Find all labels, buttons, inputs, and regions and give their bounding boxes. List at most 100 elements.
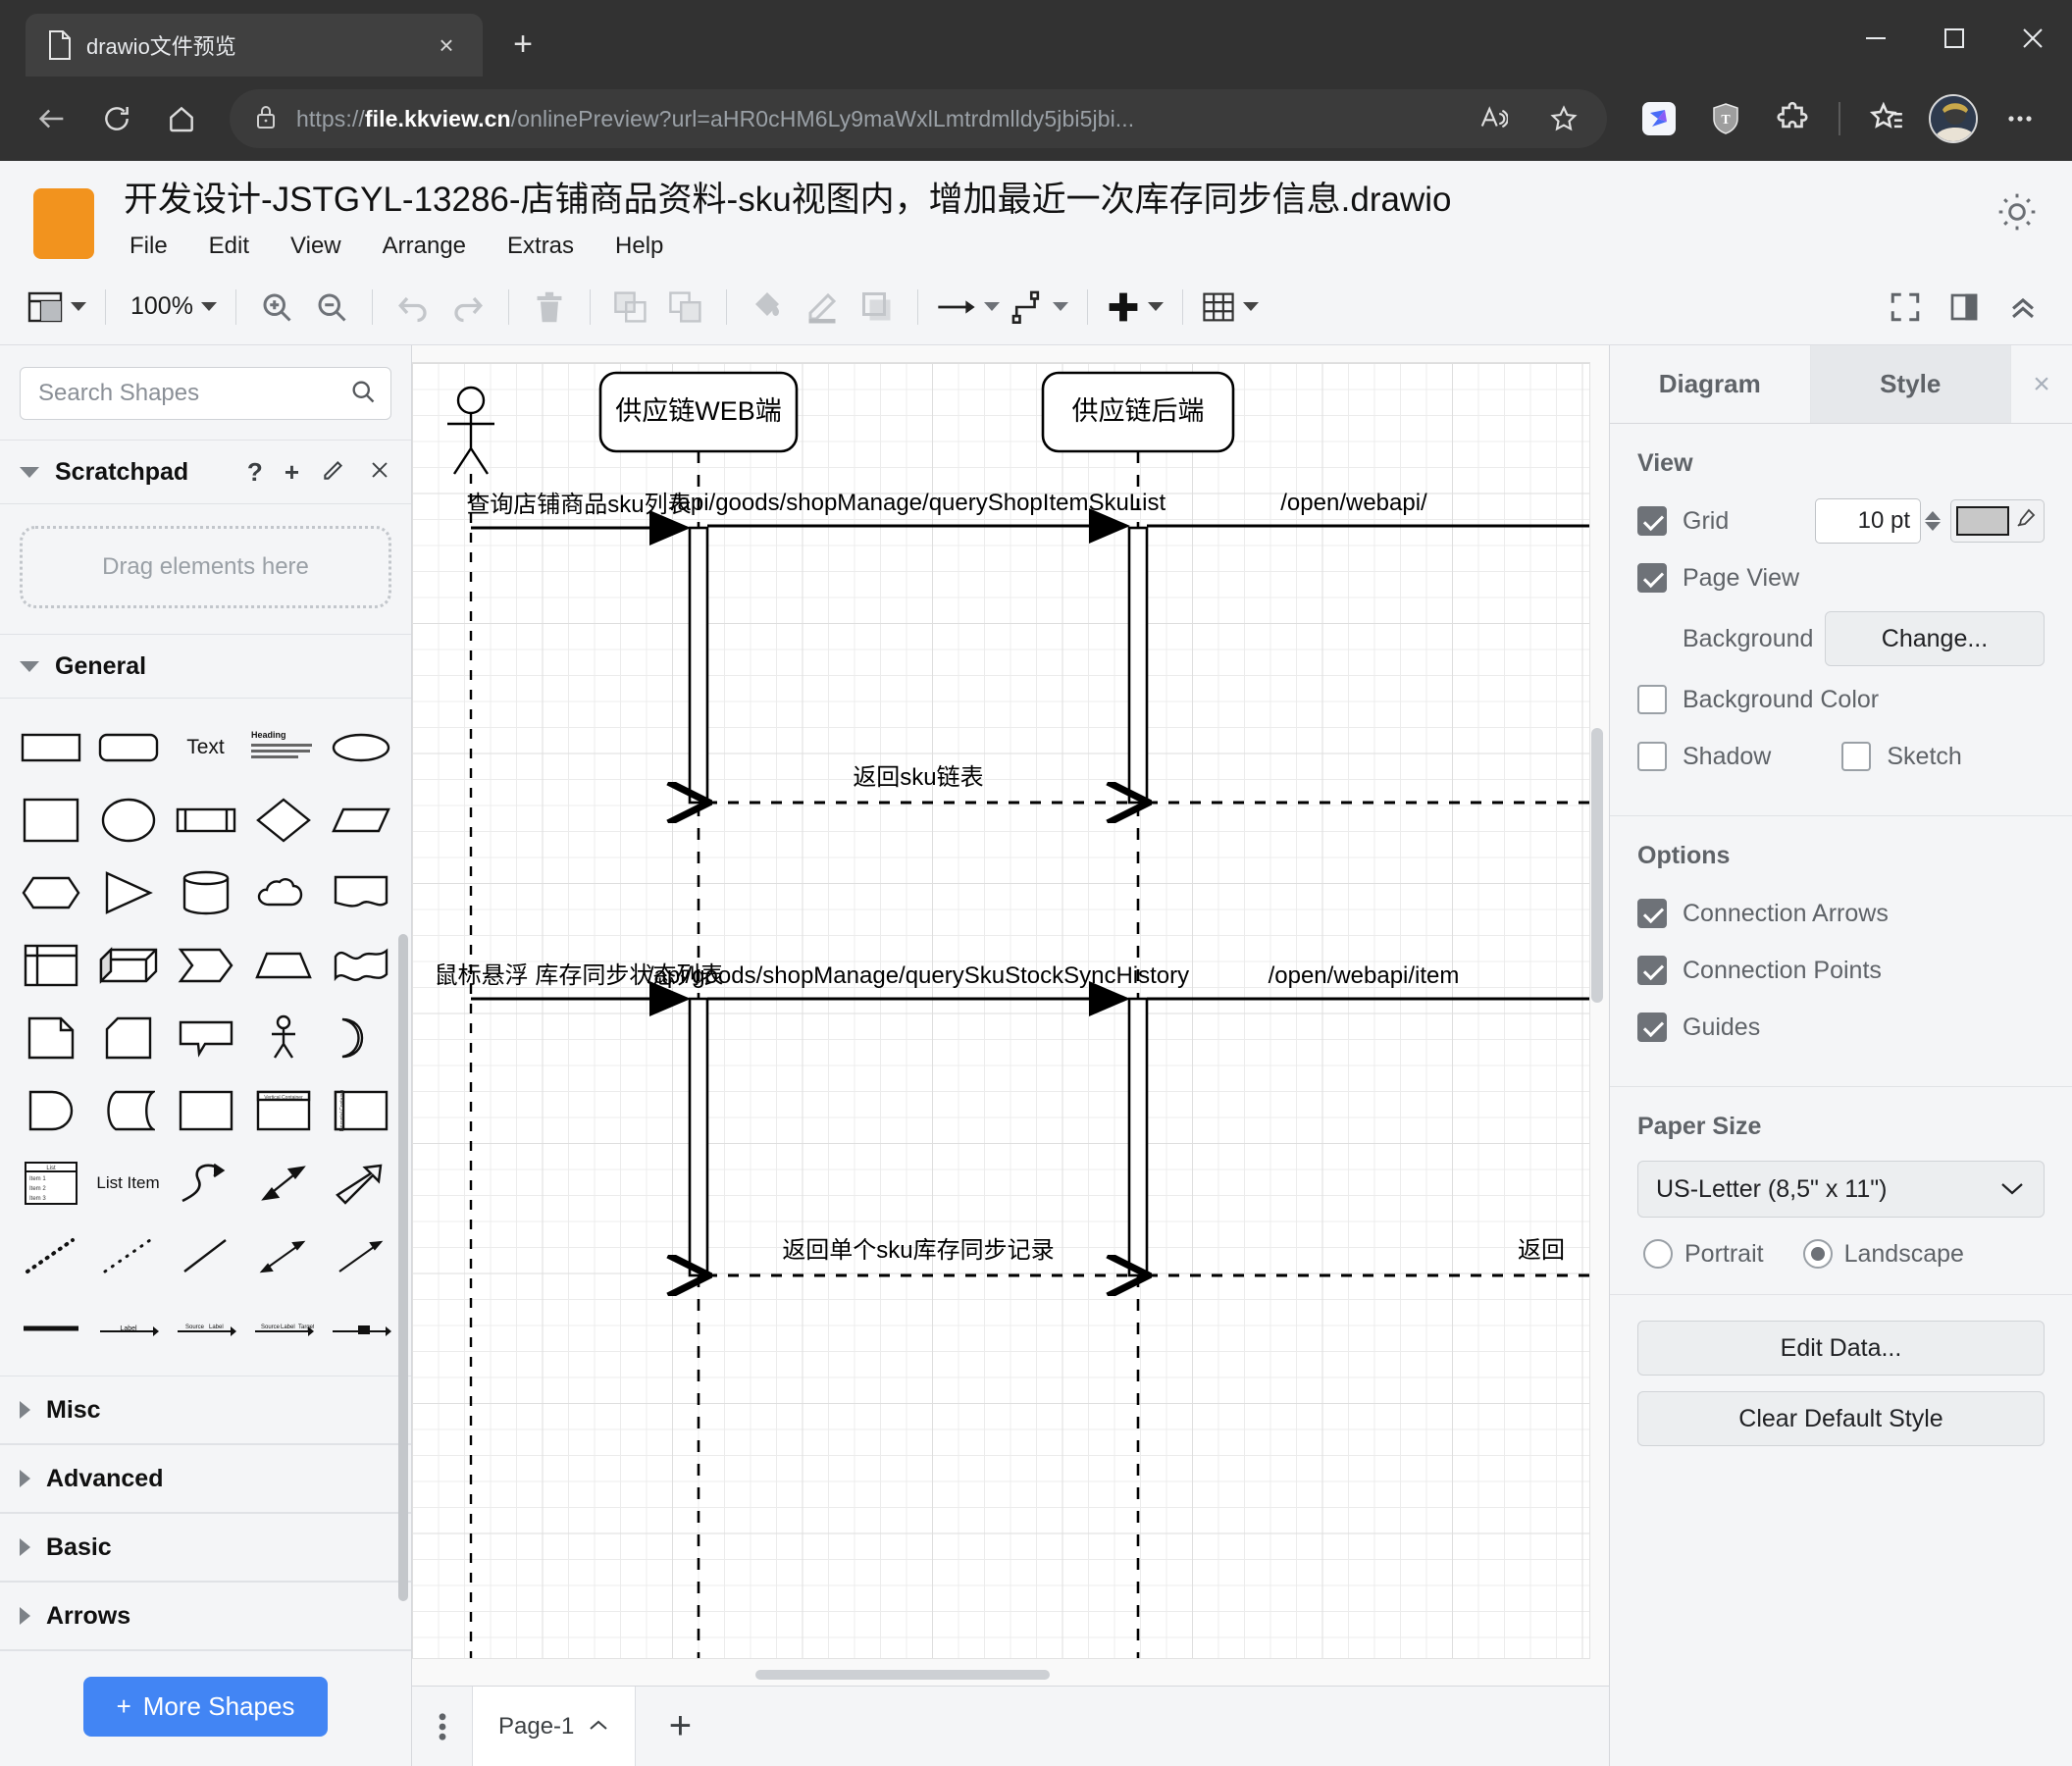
shape-textbox[interactable]: Heading [246, 714, 320, 781]
arrow-style-icon[interactable] [931, 280, 1006, 335]
section-scratchpad[interactable]: Scratchpad ? + [0, 440, 411, 504]
sidebar-item-misc[interactable]: Misc [0, 1376, 411, 1444]
format-panel-icon[interactable] [1937, 280, 1992, 335]
guides-checkbox[interactable] [1637, 1013, 1667, 1042]
shape-rounded-rectangle[interactable] [91, 714, 165, 781]
connection-arrows-checkbox[interactable] [1637, 899, 1667, 928]
shadow-checkbox[interactable] [1637, 742, 1667, 771]
clear-default-style-button[interactable]: Clear Default Style [1637, 1391, 2045, 1446]
puzzle-icon[interactable] [1762, 88, 1823, 149]
shape-hexagon[interactable] [14, 859, 87, 926]
menu-file[interactable]: File [124, 230, 174, 263]
shape-labeled-arrow[interactable]: Label [91, 1295, 165, 1362]
new-tab-button[interactable]: + [496, 18, 549, 71]
grid-checkbox[interactable] [1637, 506, 1667, 536]
plus-icon[interactable] [1101, 280, 1169, 335]
add-page-button[interactable]: + [636, 1687, 724, 1766]
browser-tab[interactable]: drawio文件预览 × [26, 14, 483, 77]
shape-arrow-with-box[interactable] [324, 1295, 397, 1362]
grid-color-swatch[interactable] [1956, 506, 2009, 536]
tab-diagram[interactable]: Diagram [1610, 345, 1811, 423]
close-icon[interactable] [368, 458, 391, 486]
fill-bucket-icon[interactable] [740, 280, 795, 335]
shape-line[interactable] [169, 1222, 242, 1289]
more-shapes-button[interactable]: + More Shapes [82, 1677, 329, 1737]
shape-dotted-line-small[interactable] [91, 1222, 165, 1289]
shape-ellipse[interactable] [324, 714, 397, 781]
shape-list[interactable]: List Item 1 Item 2 Item 3 [14, 1150, 87, 1217]
shape-double-arrow[interactable] [246, 1150, 320, 1217]
menu-help[interactable]: Help [609, 230, 669, 263]
landscape-radio[interactable] [1802, 1239, 1833, 1269]
avatar[interactable] [1923, 88, 1984, 149]
close-window-button[interactable] [1994, 0, 2072, 77]
fullscreen-icon[interactable] [1878, 280, 1933, 335]
chevron-up-double-icon[interactable] [1995, 280, 2050, 335]
grid-size-stepper[interactable] [1925, 511, 1941, 531]
shape-cloud[interactable] [246, 859, 320, 926]
more-options-icon[interactable] [1990, 88, 2050, 149]
sidebar-item-advanced[interactable]: Advanced [0, 1444, 411, 1513]
send-to-back-icon[interactable] [658, 280, 713, 335]
pen-icon[interactable] [795, 280, 850, 335]
shape-step[interactable] [169, 932, 242, 999]
shape-callout[interactable] [169, 1005, 242, 1071]
connector-style-icon[interactable] [1006, 280, 1074, 335]
redo-icon[interactable] [440, 280, 495, 335]
help-icon[interactable]: ? [247, 459, 263, 485]
copilot-icon[interactable] [1629, 88, 1689, 149]
shape-cylinder[interactable] [169, 859, 242, 926]
shape-circle[interactable] [91, 787, 165, 854]
minimize-button[interactable] [1837, 0, 1915, 77]
zoom-in-icon[interactable] [249, 280, 304, 335]
search-input-wrapper[interactable] [20, 367, 391, 420]
shape-delay[interactable] [324, 1005, 397, 1071]
shape-shadow-icon[interactable] [850, 280, 905, 335]
menu-view[interactable]: View [285, 230, 347, 263]
shape-tape[interactable] [324, 932, 397, 999]
shape-note[interactable] [14, 1005, 87, 1071]
section-general[interactable]: General [0, 634, 411, 699]
close-panel-button[interactable]: × [2011, 345, 2072, 423]
address-bar[interactable]: https://file.kkview.cn/onlinePreview?url… [230, 89, 1607, 148]
shape-plain-rectangle[interactable] [169, 1077, 242, 1144]
page-view-checkbox[interactable] [1637, 563, 1667, 593]
back-arrow-icon[interactable] [22, 88, 82, 149]
shape-cube[interactable] [91, 932, 165, 999]
menu-extras[interactable]: Extras [501, 230, 580, 263]
page-menu-icon[interactable] [412, 1687, 473, 1766]
search-input[interactable] [38, 380, 349, 407]
reload-icon[interactable] [86, 88, 147, 149]
shape-vertical-container[interactable]: Horizontal Container [324, 1077, 397, 1144]
star-icon[interactable] [1536, 91, 1591, 146]
shape-text[interactable]: Text [169, 714, 242, 781]
shape-document[interactable] [324, 859, 397, 926]
shape-parallelogram[interactable] [324, 787, 397, 854]
layout-panel-icon[interactable] [22, 280, 92, 335]
canvas-horizontal-scrollbar[interactable] [755, 1670, 1050, 1680]
portrait-radio[interactable] [1643, 1239, 1673, 1269]
shape-block-arrow[interactable] [324, 1150, 397, 1217]
shape-source-target-arrow[interactable]: Source Label [169, 1295, 242, 1362]
shape-rectangle[interactable] [14, 714, 87, 781]
tab-style[interactable]: Style [1810, 345, 2011, 423]
zoom-level-dropdown[interactable]: 100% [119, 280, 223, 335]
sidebar-item-arrows[interactable]: Arrows [0, 1582, 411, 1650]
shape-list-item[interactable]: List Item [91, 1150, 165, 1217]
sun-icon[interactable] [1995, 190, 2039, 234]
grid-color-picker[interactable] [1950, 499, 2045, 543]
grid-size-input[interactable]: 10 pt [1815, 498, 1921, 544]
edit-icon[interactable] [321, 457, 346, 487]
shape-thick-line[interactable] [14, 1295, 87, 1362]
canvas-vertical-scrollbar[interactable] [1591, 728, 1603, 1003]
shape-data-storage[interactable] [91, 1077, 165, 1144]
diagram-canvas[interactable]: 供应链WEB端 供应链后端 查询店铺商品sku列表 /api/goods/sho… [412, 345, 1609, 1686]
shape-titled-container[interactable]: Vertical Container [246, 1077, 320, 1144]
shape-square[interactable] [14, 787, 87, 854]
add-icon[interactable]: + [285, 459, 299, 485]
trash-icon[interactable] [522, 280, 577, 335]
search-icon[interactable] [349, 378, 377, 410]
scratchpad-dropzone[interactable]: Drag elements here [20, 526, 391, 608]
background-color-checkbox[interactable] [1637, 685, 1667, 714]
zoom-out-icon[interactable] [304, 280, 359, 335]
